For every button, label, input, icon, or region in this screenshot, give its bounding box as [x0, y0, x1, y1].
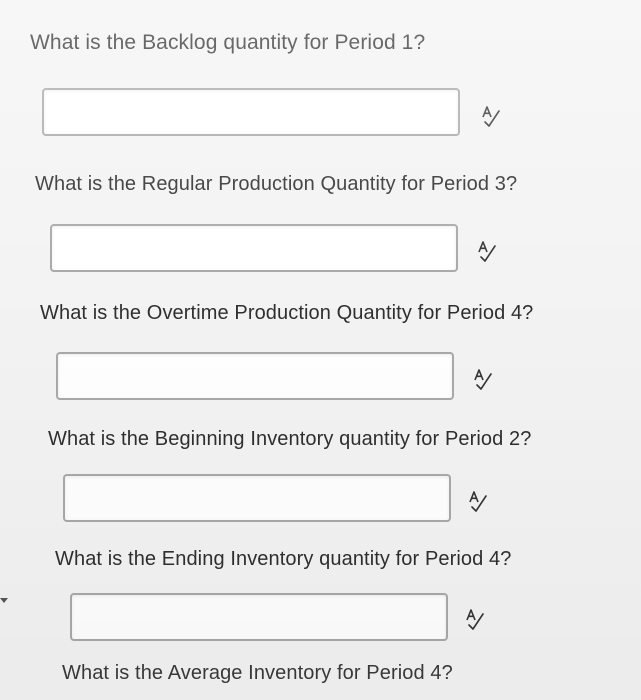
- question-2-answer-input[interactable]: [50, 224, 458, 272]
- question-2-text: What is the Regular Production Quantity …: [35, 173, 518, 195]
- question-5-text: What is the Ending Inventory quantity fo…: [55, 548, 512, 570]
- question-3-text: What is the Overtime Production Quantity…: [40, 302, 534, 324]
- question-5-answer-input[interactable]: [70, 593, 448, 641]
- spell-check-icon[interactable]: [473, 368, 493, 390]
- spell-check-icon[interactable]: [465, 608, 485, 630]
- question-4-text: What is the Beginning Inventory quantity…: [48, 428, 532, 450]
- caret-down-icon: [0, 598, 8, 603]
- question-3-answer-input[interactable]: [56, 352, 454, 400]
- question-6-text: What is the Average Inventory for Period…: [62, 662, 453, 684]
- spell-check-icon[interactable]: [477, 240, 497, 262]
- question-1-text: What is the Backlog quantity for Period …: [30, 31, 426, 54]
- spell-check-icon[interactable]: [481, 105, 501, 127]
- question-4-answer-input[interactable]: [63, 474, 451, 522]
- question-1-answer-input[interactable]: [42, 88, 460, 136]
- spell-check-icon[interactable]: [468, 490, 488, 512]
